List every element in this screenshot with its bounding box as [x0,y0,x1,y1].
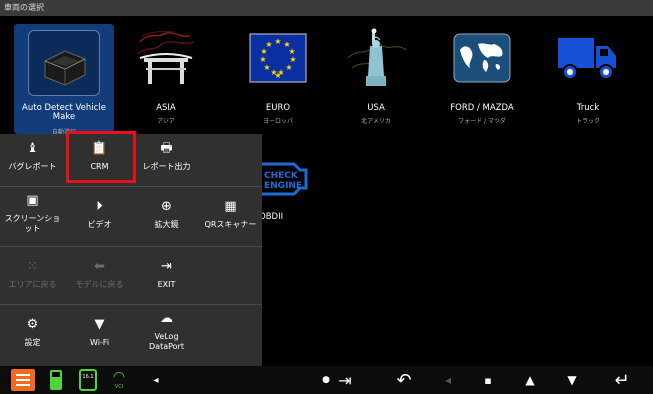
cloud-upload-icon: ☁ [160,311,173,326]
qr-code-icon: ▦ [224,199,237,214]
truck-icon [556,28,620,88]
gear-icon: ⚙ [26,317,39,332]
hamburger-icon [11,369,35,391]
magnifier-icon: ⊕ [161,199,172,214]
svg-text:CHECK: CHECK [264,171,299,181]
make-sublabel: フォード / マツダ [458,118,506,125]
exit-icon: ⇥ [161,259,172,274]
system-taskbar: 16.1 ◠ VCI ◂ ● ⇥ ↶ ◂ ▪ ▲ ▼ ↵ [0,366,653,394]
bug-report-icon: ♝ [26,141,39,156]
scroll-down-icon[interactable]: ▼ [562,366,582,394]
clipboard-icon: 📋 [91,141,108,156]
menu-divider [0,186,262,187]
menu-item-magnifier[interactable]: ⊕ 拡大鏡 [134,198,199,230]
menu-divider [0,246,262,247]
make-tile-auto-detect[interactable]: Auto Detect Vehicle Make 自動選択 [14,24,114,136]
make-sublabel: 北アメリカ [361,118,391,125]
menu-item-back-to-area: ⁙ エリアに戻る [0,258,65,290]
report-output-icon: 🖶 [160,141,173,156]
svg-text:★: ★ [265,40,272,49]
back-caret-icon[interactable]: ◂ [148,366,164,394]
screenshot-icon: ▣ [26,193,39,208]
make-sublabel: トラック [575,118,600,125]
svg-text:★: ★ [274,71,281,80]
menu-divider [0,304,262,305]
make-label: EURO [265,103,291,113]
make-sublabel: ヨーロッパ [262,118,293,125]
check-engine-icon: CHECK ENGINE [256,148,308,200]
svg-text:★: ★ [285,63,292,72]
asia-gate-icon [134,28,198,88]
vci-wifi-icon: ◠ [112,369,126,385]
menu-item-video[interactable]: ⏵ ビデオ [67,198,132,230]
make-tile-asia[interactable]: ASIA アジア [116,24,216,134]
prev-caret-icon: ◂ [444,373,452,387]
make-tile-truck[interactable]: Truck トラック [538,24,638,134]
device-icon: 16.1 [79,369,97,391]
enter-icon[interactable]: ↵ [604,366,640,394]
obd-dongle-icon [28,30,100,96]
svg-text:ENGINE: ENGINE [264,181,302,191]
menu-item-screenshot[interactable]: ▣ スクリーンショット [0,192,65,234]
vci-status: ◠ VCI [112,369,126,390]
home-icon[interactable]: ▪ [480,366,496,394]
menu-item-crm[interactable]: 📋 CRM [67,140,132,172]
tools-popup-menu: ♝ バグレポート 📋 CRM 🖶 レポート出力 ▣ スクリーンショット ⏵ ビデ… [0,134,262,366]
scroll-up-icon[interactable]: ▲ [520,366,540,394]
return-arrow-icon[interactable]: ↶ [386,366,422,394]
device-version: 16.1 [76,366,100,394]
window-title: 車両の選択 [0,0,653,16]
statue-of-liberty-icon [344,28,408,88]
eu-flag-icon: ★ ★ ★ ★ ★ ★ ★ ★ ★ ★ ★ ★ [246,28,310,88]
battery-status [46,366,66,394]
make-tile-usa[interactable]: USA 北アメリカ [326,24,426,134]
wifi-icon: ▼ [94,317,105,332]
video-icon: ⏵ [96,199,103,214]
svg-text:★: ★ [263,63,270,72]
menu-item-bug-report[interactable]: ♝ バグレポート [0,140,65,172]
make-label: Truck [576,103,600,113]
make-label: Auto Detect Vehicle Make [22,103,106,122]
make-tile-euro[interactable]: ★ ★ ★ ★ ★ ★ ★ ★ ★ ★ ★ ★ EURO ヨーロッパ [228,24,328,134]
make-label: USA [367,103,385,113]
make-label: ASIA [156,103,176,113]
dot-indicator-icon: ● [322,375,330,385]
menu-item-velog-dataport[interactable]: ☁ VeLog DataPort [134,310,199,352]
svg-text:★: ★ [274,37,281,46]
make-sublabel: アジア [157,118,175,125]
back-arrow-icon: ⬅ [94,259,105,274]
menu-button[interactable] [10,366,36,394]
exit-app-icon[interactable]: ⇥ [334,366,356,394]
menu-item-back-to-model: ⬅ モデルに戻る [67,258,132,290]
menu-item-report-output[interactable]: 🖶 レポート出力 [134,140,199,172]
menu-item-wifi[interactable]: ▼ Wi-Fi [67,316,132,348]
menu-item-qr-scanner[interactable]: ▦ QRスキャナー [198,198,263,230]
menu-item-settings[interactable]: ⚙ 設定 [0,316,65,348]
menu-item-exit[interactable]: ⇥ EXIT [134,258,199,290]
make-label: FORD / MAZDA [450,103,514,113]
world-map-icon [450,28,514,88]
make-tile-ford-mazda[interactable]: FORD / MAZDA フォード / マツダ [432,24,532,134]
grid-icon: ⁙ [27,259,38,274]
battery-icon [50,370,62,390]
svg-text:★: ★ [259,55,266,64]
